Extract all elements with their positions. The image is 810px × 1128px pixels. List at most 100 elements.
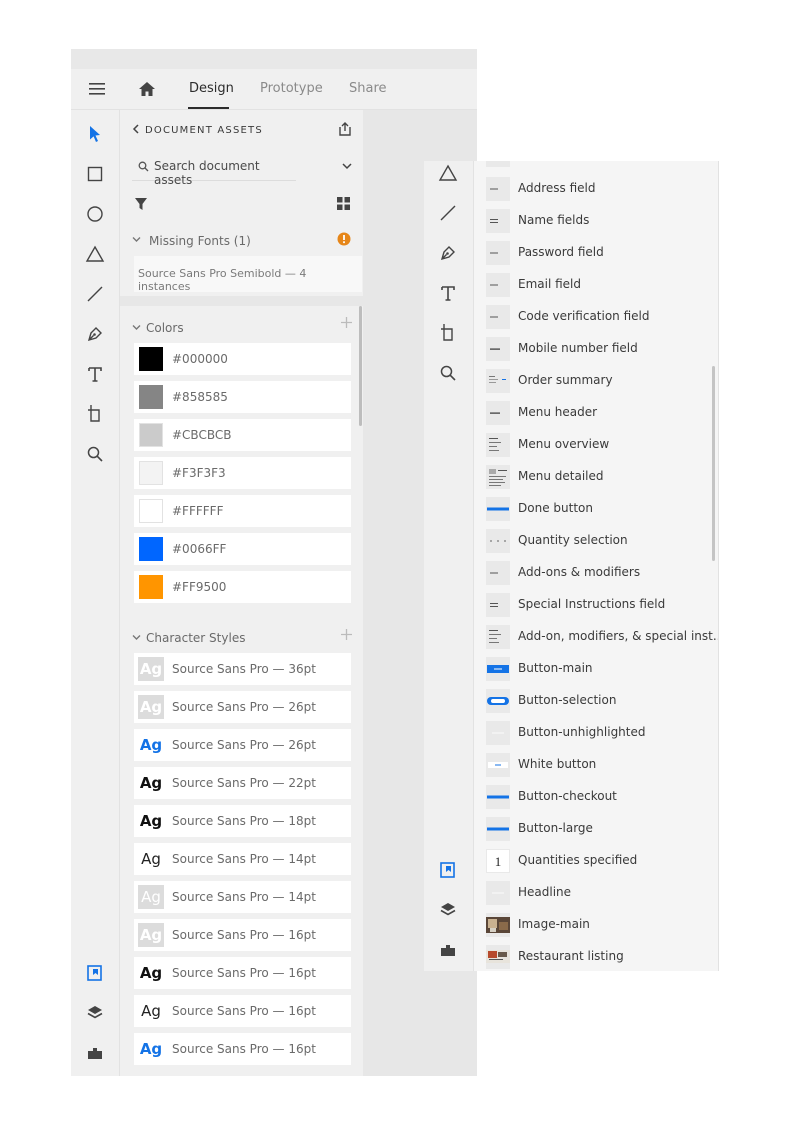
color-swatch-row[interactable]: #0066FF [134,533,351,565]
zoom-tool-icon[interactable] [85,444,105,464]
hamburger-menu-icon[interactable] [89,82,105,96]
color-swatch[interactable] [139,575,163,599]
text-tool-icon[interactable] [85,364,105,384]
tab-prototype[interactable]: Prototype [260,81,323,96]
component-item[interactable]: Button-checkout [474,781,718,813]
filter-icon[interactable] [134,197,148,211]
component-item[interactable]: Name fields [474,205,718,237]
pen-tool-icon[interactable] [438,243,458,263]
color-swatch-row[interactable]: #FF9500 [134,571,351,603]
component-item[interactable]: Email field [474,269,718,301]
color-swatch-row[interactable]: #CBCBCB [134,419,351,451]
character-style-label: Source Sans Pro — 26pt [172,700,316,714]
component-item[interactable]: Menu header [474,397,718,429]
home-icon[interactable] [138,81,156,97]
color-swatch-row[interactable]: #000000 [134,343,351,375]
color-swatch[interactable] [139,423,163,447]
component-item[interactable]: White button [474,749,718,781]
character-style-row[interactable]: Ag Source Sans Pro — 16pt [134,1033,351,1065]
character-style-label: Source Sans Pro — 36pt [172,662,316,676]
component-item[interactable]: Button-main [474,653,718,685]
component-item[interactable]: Mobile number field [474,333,718,365]
component-item[interactable]: Image-main [474,909,718,941]
assets-scrollbar[interactable] [359,306,362,426]
text-tool-icon[interactable] [438,283,458,303]
component-item[interactable]: Quantity selection [474,525,718,557]
missing-fonts-chevron-icon[interactable] [132,236,141,243]
grid-view-icon[interactable] [337,197,350,210]
character-styles-chevron-icon[interactable] [132,634,141,641]
back-chevron-icon[interactable] [132,124,140,134]
character-style-row[interactable]: Ag Source Sans Pro — 14pt [134,881,351,913]
component-label: Address field [518,181,596,195]
character-style-row[interactable]: Ag Source Sans Pro — 36pt [134,653,351,685]
colors-label[interactable]: Colors [146,321,184,335]
character-style-row[interactable]: Ag Source Sans Pro — 16pt [134,919,351,951]
character-style-row[interactable]: Ag Source Sans Pro — 16pt [134,995,351,1027]
assets-panel-icon[interactable] [438,860,458,880]
component-item[interactable]: Code verification field [474,301,718,333]
pen-tool-icon[interactable] [85,324,105,344]
search-assets-field[interactable]: Search document assets [132,152,296,187]
color-hex-label: #FFFFFF [172,504,224,518]
export-icon[interactable] [337,121,353,137]
component-item[interactable]: 1 Quantities specified [474,845,718,877]
component-item[interactable]: Password field [474,237,718,269]
character-style-row[interactable]: Ag Source Sans Pro — 26pt [134,691,351,723]
missing-font-item[interactable]: Source Sans Pro Semibold — 4 instances [134,256,362,293]
line-tool-icon[interactable] [438,203,458,223]
add-color-plus-icon[interactable] [341,317,352,328]
component-item[interactable]: Done button [474,493,718,525]
color-swatch-row[interactable]: #858585 [134,381,351,413]
search-input[interactable]: Search document assets [154,159,296,187]
character-style-row[interactable]: Ag Source Sans Pro — 18pt [134,805,351,837]
color-swatch[interactable] [139,385,163,409]
color-hex-label: #0066FF [172,542,227,556]
component-item[interactable]: Button-unhighlighted [474,717,718,749]
component-item[interactable]: Menu overview [474,429,718,461]
polygon-tool-icon[interactable] [85,244,105,264]
character-style-row[interactable]: Ag Source Sans Pro — 22pt [134,767,351,799]
color-swatch[interactable] [139,537,163,561]
plugins-panel-icon[interactable] [438,940,458,960]
component-label: Add-on, modifiers, & special inst... [518,629,719,643]
artboard-tool-icon[interactable] [85,404,105,424]
line-tool-icon[interactable] [85,284,105,304]
character-style-row[interactable]: Ag Source Sans Pro — 26pt [134,729,351,761]
layers-panel-icon[interactable] [85,1003,105,1023]
assets-panel-icon[interactable] [85,963,105,983]
component-item[interactable]: Restaurant listing [474,941,718,971]
select-tool-icon[interactable] [85,124,105,144]
component-item[interactable]: Order summary [474,365,718,397]
layers-panel-icon[interactable] [438,900,458,920]
color-swatch-row[interactable]: #F3F3F3 [134,457,351,489]
tab-design[interactable]: Design [189,81,234,96]
component-item[interactable]: Menu detailed [474,461,718,493]
artboard-tool-icon[interactable] [438,323,458,343]
component-item[interactable]: Headline [474,877,718,909]
component-item[interactable]: Button-large [474,813,718,845]
character-style-row[interactable]: Ag Source Sans Pro — 14pt [134,843,351,875]
color-swatch-row[interactable]: #FFFFFF [134,495,351,527]
components-scrollbar[interactable] [712,366,715,561]
ellipse-tool-icon[interactable] [85,204,105,224]
character-style-row[interactable]: Ag Source Sans Pro — 16pt [134,957,351,989]
plugins-panel-icon[interactable] [85,1043,105,1063]
zoom-tool-icon[interactable] [438,363,458,383]
add-character-style-plus-icon[interactable] [341,629,352,640]
color-swatch[interactable] [139,499,163,523]
color-swatch[interactable] [139,347,163,371]
polygon-tool-icon[interactable] [438,163,458,183]
character-styles-label[interactable]: Character Styles [146,631,245,645]
component-item[interactable]: Add-ons & modifiers [474,557,718,589]
component-item[interactable]: Address field [474,173,718,205]
missing-fonts-label[interactable]: Missing Fonts (1) [149,234,251,248]
rectangle-tool-icon[interactable] [85,164,105,184]
chevron-down-icon[interactable] [342,162,352,170]
component-item[interactable]: Button-selection [474,685,718,717]
component-item[interactable]: Special Instructions field [474,589,718,621]
component-item[interactable]: Add-on, modifiers, & special inst... [474,621,718,653]
color-swatch[interactable] [139,461,163,485]
colors-chevron-icon[interactable] [132,324,141,331]
tab-share[interactable]: Share [349,81,387,96]
